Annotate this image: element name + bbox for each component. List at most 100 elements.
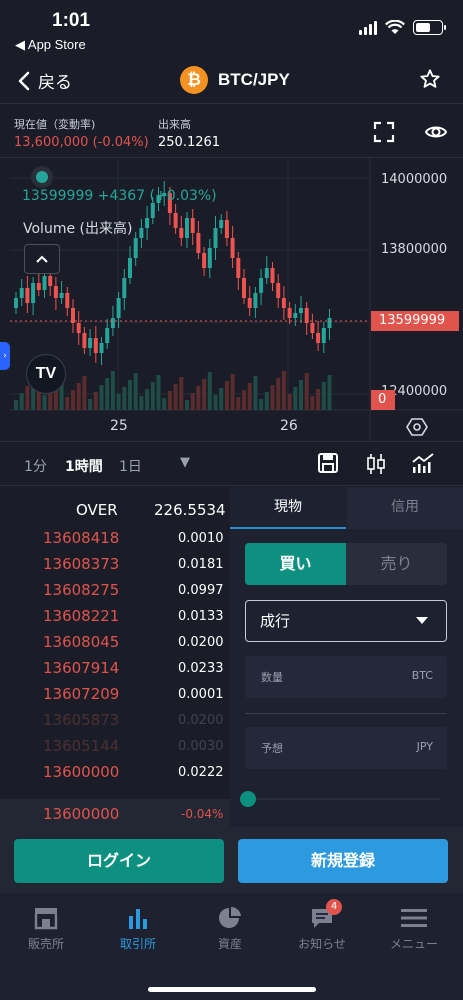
candle-body [264,268,269,278]
ask-row[interactable]: 13608418 0.0010 [0,527,230,553]
legend-dot-icon [31,166,53,188]
signal-icon [359,20,377,35]
bottom-tab-bar: 販売所 取引所 資産 4 お知らせ メニュー [0,893,463,1000]
amount-slider-thumb[interactable] [240,791,256,807]
volume-bar [242,390,246,410]
amount-slider-track[interactable] [248,798,440,800]
price-chart[interactable]: 13599999 +4367 (+0.03%) Volume (出来高) TV … [0,158,463,442]
ask-price: 13600000 [43,763,120,781]
signup-button[interactable]: 新規登録 [238,839,448,883]
wifi-icon [385,20,405,34]
collapse-indicators-button[interactable] [24,244,60,274]
star-icon [420,69,440,88]
ask-row[interactable]: 13605873 0.0200 [0,709,230,735]
volume-bar [150,382,155,410]
candle-body [321,328,326,343]
interval-dropdown-button[interactable]: ▼ [180,455,190,470]
ask-row[interactable]: 13608373 0.0181 [0,553,230,579]
ask-row[interactable]: 13608221 0.0133 [0,605,230,631]
volume-bar [304,373,309,410]
shop-icon [34,908,58,930]
candle-body [219,220,224,228]
drawing-toolbar-handle[interactable]: › [0,342,10,370]
tab-notifications[interactable]: 4 お知らせ [276,899,368,952]
volume-bar [19,393,24,410]
tab-spot[interactable]: 現物 [230,487,346,529]
volume-bar [25,386,30,410]
tab-label: 販売所 [27,937,64,951]
login-button[interactable]: ログイン [14,839,224,883]
quantity-field[interactable]: 数量 BTC [245,656,447,698]
save-chart-button[interactable] [317,452,339,478]
candle-body [242,278,246,298]
volume-bar [287,394,292,410]
volume-bar [88,399,93,410]
volume-label: 出来高 [158,118,191,131]
interval-1hour[interactable]: 1時間 [65,456,103,476]
trade-tabs: 現物 信用 [230,487,463,529]
eye-icon [424,126,448,138]
current-change: -0.04% [181,807,224,821]
tab-margin[interactable]: 信用 [347,487,463,529]
sell-button[interactable]: 売り [346,543,447,585]
back-button[interactable]: 戻る [18,68,72,93]
volume-bar [310,396,315,410]
fullscreen-button[interactable] [372,120,396,148]
chart-settings-button[interactable] [406,416,428,442]
visibility-button[interactable] [424,120,448,148]
candle-body [42,276,47,290]
tab-menu[interactable]: メニュー [368,905,460,952]
candle-body [327,318,332,328]
y-axis-label: 13800000 [381,242,448,257]
candle-body [139,228,144,238]
tab-label: 資産 [217,937,242,951]
volume-bar [224,381,229,410]
interval-1min[interactable]: 1分 [24,456,47,476]
tab-assets[interactable]: 資産 [184,905,276,952]
ask-row[interactable]: 13607914 0.0233 [0,657,230,683]
candle-body [88,338,93,348]
volume-bar [316,389,321,410]
candle-body [53,286,58,298]
ask-row[interactable]: 13607209 0.0001 [0,683,230,709]
volume-bar [281,371,286,410]
current-price-row[interactable]: 13600000 -0.04% [0,799,230,829]
quantity-unit: BTC [411,669,433,682]
order-book-over-value: 226.5534 [154,501,226,519]
candle-body [116,298,121,318]
volume-bar [14,400,18,410]
estimate-field[interactable]: 予想 JPY [245,727,447,769]
status-bar: 1:01 ◀ App Store [0,0,463,56]
candle-body [190,218,195,233]
tab-exchange[interactable]: 取引所 [92,905,184,952]
indicators-button[interactable] [411,452,435,478]
volume-bar [145,389,150,410]
candle-body [110,318,115,328]
ask-row[interactable]: 13605144 0.0030 [0,735,230,761]
order-type-select[interactable]: 成行 [245,600,447,642]
candle-body [65,293,70,308]
tradingview-logo[interactable]: TV [26,354,66,394]
ask-qty: 0.0181 [178,557,224,572]
candle-body [270,268,275,283]
caret-down-icon [416,617,428,624]
buy-sell-toggle: 買い 売り [245,543,447,585]
candle-body [293,313,298,318]
ask-qty: 0.0200 [178,635,224,650]
interval-1day[interactable]: 1日 [119,456,142,476]
ask-row[interactable]: 13600000 0.0222 [0,761,230,787]
candle-body [19,288,24,298]
back-label: 戻る [38,73,72,93]
buy-button[interactable]: 買い [245,543,346,585]
favorite-button[interactable] [419,68,441,94]
ask-row[interactable]: 13608045 0.0200 [0,631,230,657]
candle-body [99,343,104,353]
candle-body [310,323,315,333]
ask-row[interactable]: 13608275 0.0997 [0,579,230,605]
back-to-app-store-link[interactable]: ◀ App Store [15,37,86,53]
volume-bar [259,399,264,410]
current-price: 13600000 [43,805,120,823]
tab-sales-office[interactable]: 販売所 [0,905,92,952]
bar-chart-icon [129,909,147,929]
chart-type-button[interactable] [365,452,387,480]
